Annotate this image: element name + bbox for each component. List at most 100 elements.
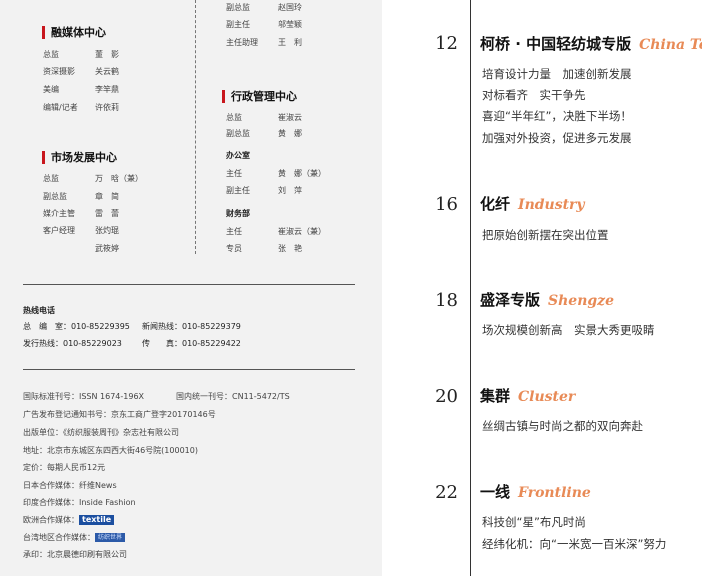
staff-row: 副总监 章 简 — [43, 192, 119, 202]
toc-headline[interactable]: 丝绸古镇与时尚之都的双向奔赴 — [482, 419, 643, 433]
staff-name: 章 简 — [95, 192, 119, 201]
toc-page-number: 12 — [435, 33, 458, 54]
phone-number: 010-85229379 — [182, 322, 241, 331]
hotline-label: 传 真： — [142, 339, 182, 348]
hotline-row: 传 真：010-85229422 — [142, 339, 241, 349]
toc-title-en: China Te — [639, 37, 702, 53]
toc-title-zh: 一线 — [480, 483, 511, 501]
staff-row: 主任 崔淑云（兼） — [226, 227, 326, 237]
toc-title-en: Cluster — [518, 389, 576, 405]
price-line: 定价：每期人民币12元 — [23, 463, 106, 472]
staff-name: 崔淑云（兼） — [278, 227, 326, 236]
toc-title-zh: 柯桥 · 中国轻纺城专版 — [480, 35, 632, 53]
hotline-row: 新闻热线：010-85229379 — [142, 322, 241, 332]
toc-entry-title[interactable]: 柯桥 · 中国轻纺城专版 China Te — [480, 34, 702, 55]
ad-license-line: 广告发布登记通知书号：京东工商广登字20170146号 — [23, 410, 216, 419]
issn-line: 国际标准刊号：ISSN 1674-196X — [23, 392, 145, 401]
hotline-title: 热线电话 — [23, 306, 55, 315]
toc-title-zh: 集群 — [480, 387, 511, 405]
hotline-label: 新闻热线： — [142, 322, 182, 331]
column-divider — [195, 0, 196, 254]
toc-entry-title[interactable]: 盛泽专版 Shengze — [480, 290, 614, 311]
toc-title-en: Shengze — [548, 293, 615, 309]
toc-title-en: Industry — [518, 197, 585, 213]
india-partner-line: 印度合作媒体：Inside Fashion — [23, 498, 136, 507]
toc-headline[interactable]: 经纬化机：向“一米宽一百米深”努力 — [482, 537, 666, 551]
staff-row: 客户经理 张灼琨 — [43, 226, 119, 236]
hotline-label: 总 编 室： — [23, 322, 71, 331]
toc-page-number: 20 — [435, 386, 458, 407]
toc-page-number: 22 — [435, 482, 458, 503]
staff-row: 武筱婷 — [43, 244, 119, 254]
staff-row: 副总监 赵国玲 — [226, 3, 302, 13]
toc-headline[interactable]: 对标看齐 实干争先 — [482, 88, 586, 102]
toc-title-zh: 化纤 — [480, 195, 511, 213]
staff-row: 主任 黄 娜（兼） — [226, 169, 326, 179]
role-label: 副主任 — [226, 186, 250, 195]
toc-headline[interactable]: 培育设计力量 加速创新发展 — [482, 67, 632, 81]
staff-name: 董 影 — [95, 50, 119, 59]
role-label: 媒介主管 — [43, 209, 75, 218]
taiwan-partner-line: 台湾地区合作媒体： 纺织世界 — [23, 533, 126, 543]
phone-number: 010-85229422 — [182, 339, 241, 348]
role-label: 副总监 — [43, 192, 67, 201]
staff-name: 黄 娜 — [278, 129, 302, 138]
staff-name: 万 晗（兼） — [95, 174, 143, 183]
toc-headline[interactable]: 场次规模创新高 实景大秀更吸睛 — [482, 323, 655, 337]
cn-line: 国内统一刊号：CN11-5472/TS — [176, 392, 290, 401]
role-label: 副主任 — [226, 20, 250, 29]
staff-row: 编辑/记者 许依莉 — [43, 103, 119, 113]
toc-headline[interactable]: 加强对外投资，促进多元发展 — [482, 131, 632, 145]
toc-headline[interactable]: 科技创“星”布凡时尚 — [482, 515, 586, 529]
role-label: 总监 — [43, 50, 59, 59]
printer-line: 承印：北京晨德印刷有限公司 — [23, 550, 127, 559]
toc-entry-title[interactable]: 集群 Cluster — [480, 386, 575, 407]
toc-entry-title[interactable]: 化纤 Industry — [480, 194, 585, 215]
partner-label: 欧洲合作媒体： — [23, 515, 79, 525]
textile-logo: textile — [79, 515, 115, 525]
toc-headline[interactable]: 喜迎“半年红”，决胜下半场！ — [482, 109, 632, 123]
publisher-line: 出版单位：《纺织服装周刊》杂志社有限公司 — [23, 428, 179, 437]
role-label: 主任 — [226, 169, 242, 178]
toc-page-number: 18 — [435, 290, 458, 311]
staff-row: 总监 崔淑云 — [226, 113, 302, 123]
toc-page-number: 16 — [435, 194, 458, 215]
hotline-row: 发行热线：010-85229023 — [23, 339, 122, 349]
role-label: 主任 — [226, 227, 242, 236]
role-label: 客户经理 — [43, 226, 75, 235]
masthead-panel: 副总监 赵国玲 副主任 邬莹颖 主任助理 王 利 融媒体中心 总监 董 影 资深摄影 关云… — [0, 0, 382, 576]
toc-headline[interactable]: 把原始创新摆在突出位置 — [482, 228, 609, 242]
toc-entry-title[interactable]: 一线 Frontline — [480, 482, 591, 503]
staff-row: 副主任 刘 萍 — [226, 186, 302, 196]
toc-title-en: Frontline — [518, 485, 591, 501]
staff-name: 邬莹颖 — [278, 20, 302, 29]
staff-name: 雷 蕾 — [95, 209, 119, 218]
japan-partner-line: 日本合作媒体：纤维News — [23, 481, 117, 490]
staff-row: 媒介主管 雷 蕾 — [43, 209, 119, 219]
table-of-contents: 12 柯桥 · 中国轻纺城专版 China Te 培育设计力量 加速创新发展 对标… — [382, 0, 702, 576]
section-heading-market-center: 市场发展中心 — [42, 151, 117, 164]
role-label: 专员 — [226, 244, 242, 253]
staff-name: 李竿鼎 — [95, 85, 119, 94]
hotline-label: 发行热线： — [23, 339, 63, 348]
role-label: 副总监 — [226, 3, 250, 12]
staff-name: 赵国玲 — [278, 3, 302, 12]
staff-row: 主任助理 王 利 — [226, 38, 302, 48]
phone-number: 010-85229023 — [63, 339, 122, 348]
toc-vertical-rule — [470, 0, 471, 576]
staff-name: 王 利 — [278, 38, 302, 47]
staff-name: 关云鹤 — [95, 67, 119, 76]
staff-row: 美编 李竿鼎 — [43, 85, 119, 95]
staff-name: 张 艳 — [278, 244, 302, 253]
subheading-finance: 财务部 — [226, 209, 250, 218]
staff-name: 张灼琨 — [95, 226, 119, 235]
role-label: 副总监 — [226, 129, 250, 138]
hotline-row: 总 编 室：010-85229395 — [23, 322, 130, 332]
role-label: 总监 — [226, 113, 242, 122]
staff-row: 总监 万 晗（兼） — [43, 174, 143, 184]
europe-partner-line: 欧洲合作媒体： textile — [23, 515, 115, 526]
partner-label: 台湾地区合作媒体： — [23, 533, 95, 542]
toc-title-zh: 盛泽专版 — [480, 291, 541, 309]
address-line: 地址：北京市东城区东四西大街46号院(100010) — [23, 446, 198, 455]
role-label: 美编 — [43, 85, 59, 94]
